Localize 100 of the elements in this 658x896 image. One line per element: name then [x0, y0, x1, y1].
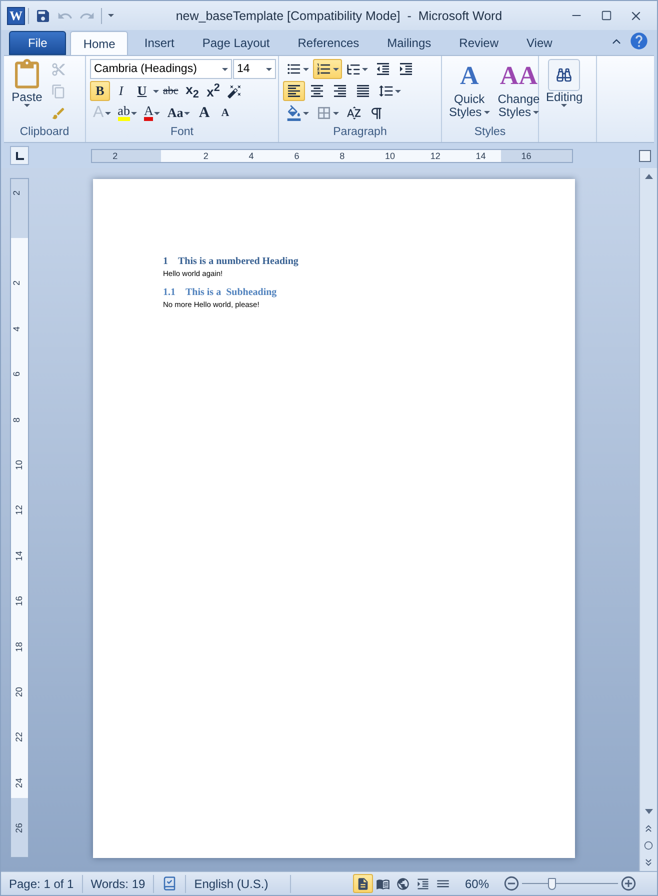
align-center-icon — [309, 83, 325, 99]
numbering-button[interactable] — [313, 59, 342, 79]
change-styles-button[interactable]: AA Change Styles — [494, 59, 543, 126]
pilcrow-icon — [369, 106, 384, 120]
down-arrow-icon — [644, 809, 652, 814]
help-icon[interactable] — [629, 31, 649, 51]
binoculars-icon — [556, 67, 572, 83]
ruler-number: 22 — [13, 732, 25, 742]
ruler-number: 16 — [521, 150, 532, 162]
ruler-number: 6 — [10, 372, 22, 377]
window-title: new_baseTemplate [Compatibility Mode] - Microsoft Word — [174, 8, 504, 22]
heading: This is a numbered Heading — [178, 256, 298, 267]
caret-icon — [561, 104, 568, 107]
caret-icon — [533, 111, 540, 114]
font-name-field[interactable]: Cambria (Headings) — [90, 59, 232, 79]
ribbon-tab[interactable]: Insert — [132, 31, 186, 55]
italic-button[interactable]: I — [111, 81, 131, 101]
align-right-icon — [332, 83, 348, 99]
numbering-icon — [316, 61, 332, 77]
strikethrough-button[interactable]: abc — [160, 81, 182, 101]
slider-thumb[interactable] — [548, 878, 556, 890]
zoom-out-icon[interactable] — [503, 875, 520, 892]
ruler-number: 2 — [112, 150, 118, 162]
ruler-number: 2 — [10, 190, 22, 196]
zoom-in-icon[interactable] — [620, 875, 637, 892]
copy-icon — [51, 84, 66, 98]
paint-bucket-icon — [286, 105, 302, 121]
ruler-number: 12 — [430, 150, 440, 162]
proofing-icon[interactable] — [162, 876, 178, 891]
shrink-font-button[interactable]: A — [215, 103, 236, 123]
borders-icon — [316, 105, 332, 121]
scissors-icon — [51, 62, 66, 76]
heading-number: 1.1 — [163, 287, 176, 298]
caret-icon — [24, 104, 30, 107]
quick-styles-button[interactable]: A Quick Styles — [446, 59, 493, 126]
heading-number: 1 — [163, 256, 168, 267]
ruler-number: 14 — [13, 550, 25, 561]
paste-button[interactable]: Paste — [8, 59, 46, 126]
app-icon[interactable]: W — [7, 6, 25, 24]
globe-icon — [396, 876, 410, 890]
caret-icon — [104, 112, 111, 114]
grow-font-button[interactable]: A — [194, 103, 214, 123]
font-color-button[interactable]: A — [140, 103, 164, 123]
word-count[interactable]: Words: 19 — [82, 874, 154, 892]
ruler-number: 8 — [340, 150, 345, 162]
ruler-number: 2 — [10, 280, 22, 286]
highlight-button[interactable]: ab — [114, 103, 140, 123]
ribbon-tab[interactable]: Home — [70, 31, 128, 55]
up-arrow-icon — [644, 174, 652, 179]
caret-icon — [184, 112, 190, 114]
page-icon — [356, 876, 370, 890]
caret-icon — [333, 112, 339, 114]
circle-icon — [644, 841, 653, 850]
change-case-button[interactable]: Aa — [164, 103, 194, 123]
sort-icon — [346, 105, 362, 121]
vertical-ruler[interactable]: 2 2 4 6 8 10 12 14 16 18 20 22 24 26 — [10, 178, 29, 858]
editing-button[interactable]: Editing — [543, 59, 586, 142]
multilevel-list-icon — [346, 62, 361, 76]
underline-button[interactable]: U — [132, 81, 152, 101]
ribbon-tab[interactable]: View — [514, 31, 564, 55]
file-tab[interactable]: File — [9, 31, 66, 55]
double-up-arrow-icon — [643, 823, 654, 834]
ruler-number: 4 — [248, 150, 254, 162]
ruler-number: 2 — [203, 150, 208, 162]
ruler-toggle-icon — [639, 150, 651, 162]
ruler-number: 26 — [13, 823, 25, 834]
view-ruler-button[interactable] — [639, 147, 651, 164]
page-count[interactable]: Page: 1 of 1 — [1, 874, 83, 892]
outline-icon — [416, 876, 430, 890]
ruler-number: 16 — [13, 596, 25, 606]
font-size-field[interactable]: 14 — [233, 59, 276, 79]
zoom-level[interactable]: 60% — [464, 876, 489, 890]
ribbon-tab[interactable]: References — [286, 31, 372, 55]
superscript-button[interactable]: x$^{2}$ — [203, 81, 224, 101]
caret-icon — [303, 68, 309, 70]
maximize-icon — [600, 10, 612, 21]
tab-stop-icon — [16, 152, 24, 160]
group-label: Font — [169, 126, 194, 140]
ribbon-tab[interactable]: Page Layout — [190, 31, 282, 55]
group-label: Clipboard — [18, 126, 70, 140]
caret-icon — [333, 68, 339, 70]
ruler-number: 24 — [13, 778, 25, 788]
horizontal-ruler[interactable]: 2 2 4 6 8 10 12 14 16 — [91, 148, 573, 162]
ruler-number: 10 — [385, 150, 396, 162]
save-icon — [35, 8, 51, 24]
ribbon-tab[interactable]: Review — [447, 31, 511, 55]
align-left-button[interactable] — [283, 81, 305, 101]
ruler-number: 20 — [13, 687, 25, 697]
tab-selector-button[interactable] — [10, 146, 29, 165]
ruler-number: 10 — [13, 460, 25, 470]
view-button[interactable] — [352, 874, 373, 893]
caret-icon — [266, 68, 272, 70]
ruler-number: 4 — [10, 326, 22, 332]
brush-icon — [51, 106, 66, 120]
subscript-button[interactable]: x$_{2}$ — [182, 81, 202, 101]
language[interactable]: English (U.S.) — [186, 874, 292, 892]
ribbon-tab[interactable]: Mailings — [375, 31, 444, 55]
justify-icon — [355, 83, 371, 99]
caret-icon — [362, 68, 368, 70]
bold-button[interactable]: B — [90, 81, 110, 101]
